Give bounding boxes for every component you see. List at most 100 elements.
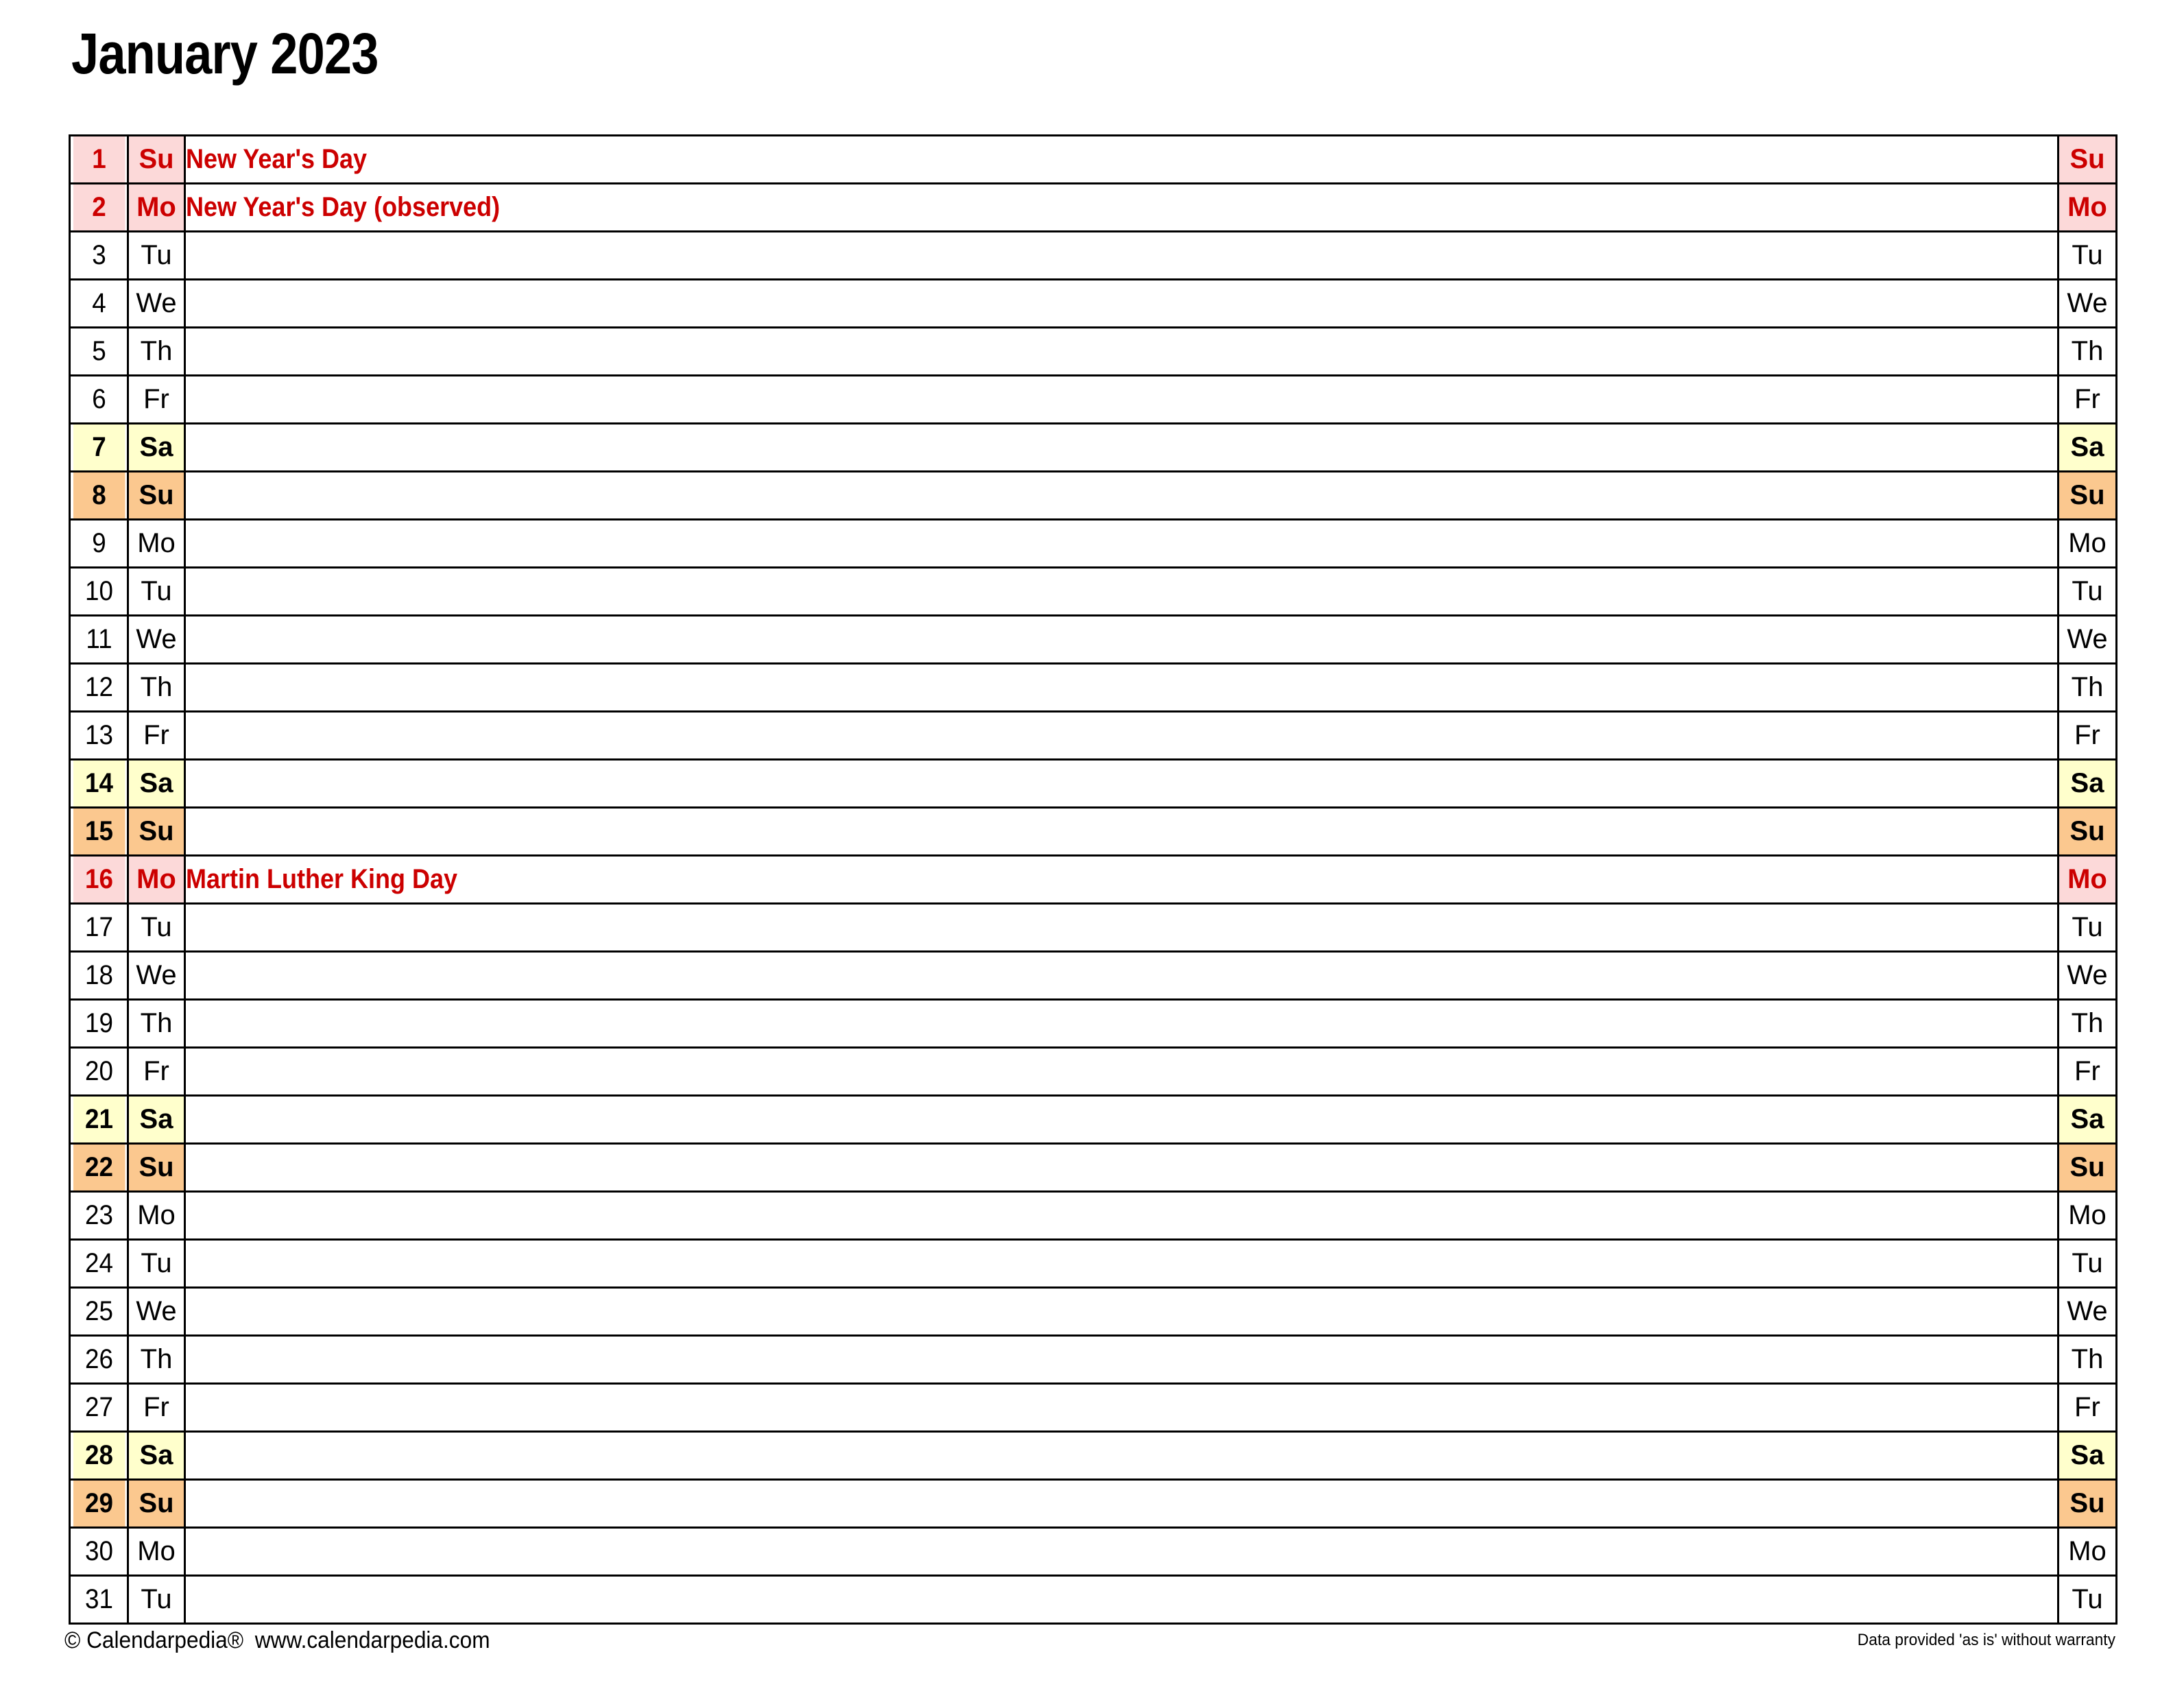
day-abbreviation-right-cell: Th: [2057, 1334, 2117, 1385]
footer-disclaimer: Data provided 'as is' without warranty: [1857, 1631, 2115, 1649]
day-abbreviation-cell: Tu: [127, 902, 186, 953]
day-abbreviation-cell: Th: [127, 1334, 186, 1385]
day-number-cell: 23: [71, 1190, 127, 1241]
notes-cell[interactable]: [184, 1286, 2059, 1337]
table-row: 21 Sa Sa: [70, 1094, 2117, 1145]
table-row: 23 Mo Mo: [70, 1190, 2117, 1241]
day-abbreviation-cell: Sa: [127, 1094, 186, 1145]
table-row: 26 Th Th: [70, 1334, 2117, 1385]
day-abbreviation-right-cell: Sa: [2057, 422, 2117, 472]
day-abbreviation-cell: Tu: [127, 566, 186, 616]
notes-cell[interactable]: [184, 1046, 2059, 1097]
notes-cell[interactable]: [184, 374, 2059, 424]
day-number-cell: 12: [71, 662, 127, 713]
notes-cell[interactable]: [184, 806, 2059, 857]
table-row: 12 Th Th: [70, 662, 2117, 713]
table-row: 31 Tu Tu: [70, 1575, 2117, 1625]
notes-cell[interactable]: [184, 1238, 2059, 1289]
table-row: 14 Sa Sa: [70, 758, 2117, 809]
notes-cell[interactable]: [184, 422, 2059, 472]
day-abbreviation-right-cell: Sa: [2057, 1094, 2117, 1145]
notes-cell[interactable]: [184, 902, 2059, 953]
day-number-cell: 16: [71, 854, 127, 905]
table-row: 17 Tu Tu: [70, 902, 2117, 953]
notes-cell[interactable]: New Year's Day (observed): [184, 182, 2059, 232]
day-abbreviation-right-cell: Tu: [2057, 230, 2117, 280]
day-number-cell: 18: [71, 950, 127, 1001]
notes-cell[interactable]: [184, 998, 2059, 1049]
table-row: 1 Su New Year's Day Su: [70, 134, 2117, 184]
day-abbreviation-cell: Sa: [127, 422, 186, 472]
day-abbreviation-cell: Su: [127, 806, 186, 857]
day-abbreviation-right-cell: Fr: [2057, 1046, 2117, 1097]
notes-cell[interactable]: [184, 1527, 2059, 1577]
table-row: 3 Tu Tu: [70, 230, 2117, 280]
day-number-cell: 25: [71, 1286, 127, 1337]
day-abbreviation-right-cell: Su: [2057, 1142, 2117, 1193]
notes-cell[interactable]: [184, 326, 2059, 376]
notes-cell[interactable]: [184, 1190, 2059, 1241]
day-abbreviation-cell: Fr: [127, 710, 186, 761]
day-number-cell: 1: [71, 134, 127, 184]
notes-cell[interactable]: Martin Luther King Day: [184, 854, 2059, 905]
notes-cell[interactable]: [184, 1334, 2059, 1385]
notes-cell[interactable]: [184, 230, 2059, 280]
notes-cell[interactable]: [184, 470, 2059, 520]
holiday-label: New Year's Day: [186, 144, 368, 174]
notes-cell[interactable]: [184, 710, 2059, 761]
day-abbreviation-cell: Th: [127, 998, 186, 1049]
day-number-cell: 3: [71, 230, 127, 280]
copyright-text: © Calendarpedia®: [64, 1627, 244, 1653]
day-abbreviation-right-cell: Th: [2057, 326, 2117, 376]
day-number-cell: 8: [71, 470, 127, 520]
day-abbreviation-cell: Fr: [127, 374, 186, 424]
day-abbreviation-right-cell: Th: [2057, 662, 2117, 713]
day-number-cell: 5: [71, 326, 127, 376]
day-abbreviation-right-cell: Mo: [2057, 1190, 2117, 1241]
day-abbreviation-right-cell: Mo: [2057, 1527, 2117, 1577]
table-row: 30 Mo Mo: [70, 1527, 2117, 1577]
day-number-cell: 13: [71, 710, 127, 761]
notes-cell[interactable]: [184, 1094, 2059, 1145]
notes-cell[interactable]: [184, 662, 2059, 713]
day-abbreviation-right-cell: We: [2057, 614, 2117, 665]
day-number-cell: 24: [71, 1238, 127, 1289]
day-abbreviation-right-cell: We: [2057, 278, 2117, 328]
notes-cell[interactable]: [184, 758, 2059, 809]
notes-cell[interactable]: [184, 950, 2059, 1001]
day-abbreviation-right-cell: Sa: [2057, 758, 2117, 809]
day-number-cell: 29: [71, 1478, 127, 1529]
day-number-cell: 21: [71, 1094, 127, 1145]
notes-cell[interactable]: [184, 278, 2059, 328]
day-abbreviation-right-cell: Tu: [2057, 902, 2117, 953]
day-abbreviation-right-cell: Tu: [2057, 1575, 2117, 1625]
day-abbreviation-cell: We: [127, 278, 186, 328]
day-abbreviation-cell: Su: [127, 1142, 186, 1193]
day-number-cell: 6: [71, 374, 127, 424]
website-link[interactable]: www.calendarpedia.com: [255, 1627, 490, 1653]
notes-cell[interactable]: [184, 1142, 2059, 1193]
holiday-label: Martin Luther King Day: [186, 864, 458, 894]
notes-cell[interactable]: [184, 566, 2059, 616]
day-abbreviation-cell: We: [127, 614, 186, 665]
notes-cell[interactable]: [184, 1430, 2059, 1481]
day-abbreviation-cell: We: [127, 1286, 186, 1337]
day-number-cell: 28: [71, 1430, 127, 1481]
notes-cell[interactable]: [184, 1575, 2059, 1625]
notes-cell[interactable]: New Year's Day: [184, 134, 2059, 184]
day-abbreviation-right-cell: Mo: [2057, 854, 2117, 905]
notes-cell[interactable]: [184, 1478, 2059, 1529]
notes-cell[interactable]: [184, 518, 2059, 568]
day-abbreviation-cell: Fr: [127, 1046, 186, 1097]
notes-cell[interactable]: [184, 1382, 2059, 1433]
day-abbreviation-right-cell: We: [2057, 950, 2117, 1001]
day-abbreviation-cell: We: [127, 950, 186, 1001]
notes-cell[interactable]: [184, 614, 2059, 665]
day-abbreviation-right-cell: Mo: [2057, 182, 2117, 232]
table-row: 6 Fr Fr: [70, 374, 2117, 424]
day-abbreviation-cell: Su: [127, 470, 186, 520]
day-number-cell: 26: [71, 1334, 127, 1385]
day-abbreviation-right-cell: Su: [2057, 470, 2117, 520]
day-abbreviation-cell: Su: [127, 134, 186, 184]
day-abbreviation-cell: Th: [127, 662, 186, 713]
